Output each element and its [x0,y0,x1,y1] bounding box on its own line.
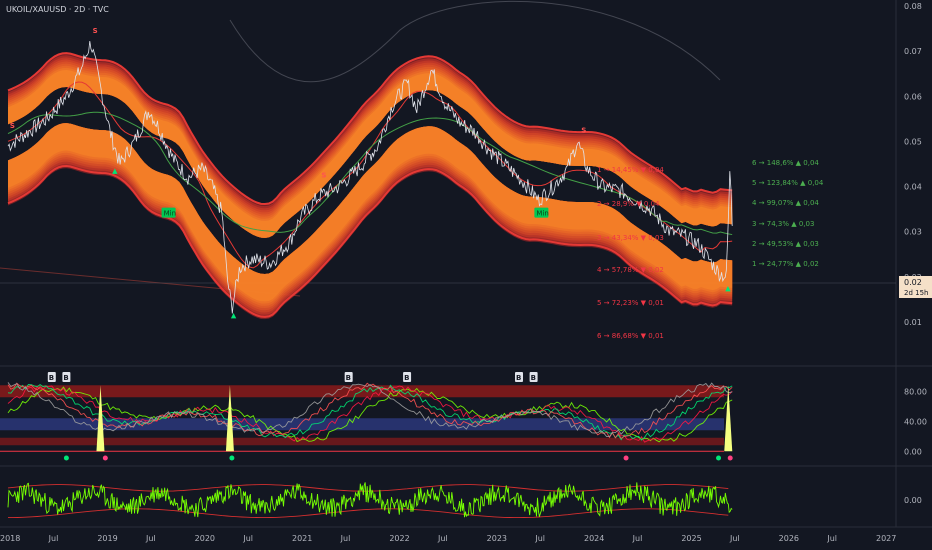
time-axis-tick: 2019 [97,534,117,543]
momentum-axis-tick: 0.00 [904,496,922,505]
time-axis-tick: 2020 [195,534,215,543]
time-axis-tick: Jul [48,534,59,543]
time-axis-tick: 2021 [292,534,312,543]
time-axis-tick: Jul [340,534,351,543]
current-price-badge: 0.02 2d 15h [899,276,932,298]
oscillator-dot [727,455,733,461]
target-up-label: 5 → 123,84% ▲ 0,04 [752,179,824,187]
target-up-label: 6 → 148,6% ▲ 0,04 [752,159,819,167]
time-axis-tick: Jul [729,534,740,543]
oscillator-signal-label: B [531,374,536,382]
oscillator-signal-label: B [346,374,351,382]
price-badge-value: 0.02 [904,278,922,287]
buy-signal-arrow: ▲ [112,167,118,175]
time-axis-tick: 2025 [681,534,701,543]
price-axis-tick: 0.07 [904,47,922,56]
sell-signal-label: S [10,122,15,130]
price-axis-tick: 0.05 [904,137,922,146]
time-axis-tick: 2022 [389,534,409,543]
time-axis-tick: 2027 [876,534,896,543]
time-axis-tick: Jul [534,534,545,543]
neutral-zone [0,418,724,431]
oscillator-axis-tick: 80.00 [904,387,927,396]
target-up-label: 2 → 49,53% ▲ 0,03 [752,240,819,248]
price-axis-tick: 0.01 [904,318,922,327]
oscillator-dot [229,455,235,461]
target-down-label: 1 → 14,45% ▼ 0,04 [597,166,664,174]
time-axis-tick: Jul [826,534,837,543]
time-axis-tick: 2026 [779,534,799,543]
price-badge-countdown: 2d 15h [904,289,928,297]
buy-signal-arrow: ▲ [725,284,731,292]
time-axis-tick: 2023 [487,534,507,543]
oscillator-signal-label: B [404,374,409,382]
min-marker-label: Min [536,210,548,218]
target-down-label: 2 → 28,9% ▼ 0,04 [597,200,660,208]
time-axis-tick: Jul [632,534,643,543]
target-down-label: 4 → 57,78% ▼ 0,02 [597,266,664,274]
oscillator-axis-tick: 40.00 [904,417,927,426]
target-down-label: 5 → 72,23% ▼ 0,01 [597,299,664,307]
time-axis-tick: Jul [242,534,253,543]
oscillator-signal-label: B [63,374,68,382]
chart-title: UKOIL/XAUUSD · 2D · TVC [6,5,109,14]
oscillator-dot [102,455,108,461]
buy-signal-arrow: ▲ [231,311,237,319]
target-down-label: 3 → 43,34% ▼ 0,03 [597,234,664,242]
overbought-zone [0,385,724,398]
target-up-label: 3 → 74,3% ▲ 0,03 [752,220,814,228]
target-down-label: 6 → 86,68% ▼ 0,01 [597,332,664,340]
time-axis-tick: Jul [437,534,448,543]
target-up-label: 1 → 24,77% ▲ 0,02 [752,260,819,268]
min-marker-label: Min [164,210,176,218]
oscillator-signal-label: B [49,374,54,382]
time-axis-tick: Jul [145,534,156,543]
oscillator-signal-label: B [516,374,521,382]
oscillator-dot [63,455,69,461]
sell-signal-label: S [93,27,98,35]
oscillator-dot [623,455,629,461]
oscillator-dot [716,455,722,461]
price-axis-tick: 0.04 [904,183,922,192]
time-axis-tick: 2018 [0,534,20,543]
price-axis-tick: 0.08 [904,2,922,11]
oscillator-axis-tick: 0.00 [904,447,922,456]
chart-canvas[interactable]: S S S S ▲ ▲ ▲ Min Min 6 → 148,6% ▲ 0,04 5 → 123,8… [0,0,932,550]
price-axis-tick: 0.03 [904,228,922,237]
price-axis-tick: 0.06 [904,92,922,101]
sell-signal-label: S [321,172,326,180]
target-up-label: 4 → 99,07% ▲ 0,04 [752,199,819,207]
time-axis-tick: 2024 [584,534,604,543]
sell-signal-label: S [581,126,586,134]
oversold-zone [0,437,724,446]
